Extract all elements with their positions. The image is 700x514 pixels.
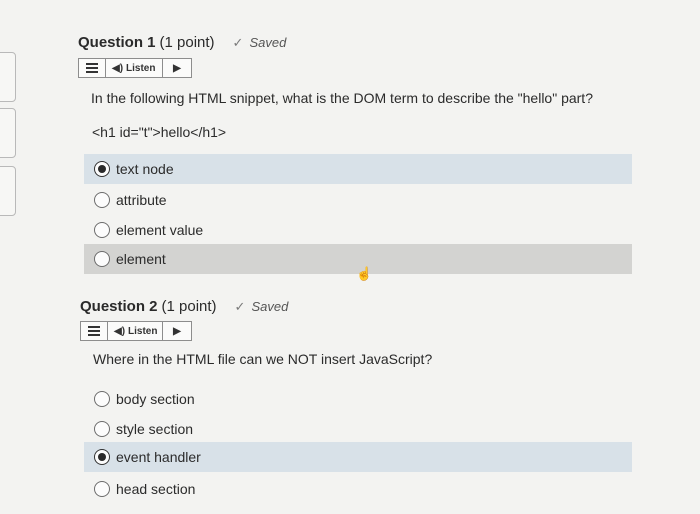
listen-label: Listen (128, 325, 158, 337)
question-2-prompt: Where in the HTML file can we NOT insert… (93, 351, 433, 367)
q1-option-attribute[interactable]: attribute (84, 185, 632, 215)
question-1-listen-bar[interactable]: ◀) Listen ▶ (78, 58, 192, 78)
q1-option-text-node[interactable]: text node (84, 154, 632, 184)
radio-icon[interactable] (94, 421, 110, 437)
menu-icon[interactable] (79, 59, 106, 77)
radio-icon[interactable] (94, 222, 110, 238)
saved-label: Saved (249, 35, 287, 50)
menu-icon[interactable] (81, 322, 108, 340)
check-icon: ✓ (234, 299, 246, 314)
radio-icon[interactable] (94, 251, 110, 267)
radio-icon[interactable] (94, 481, 110, 497)
option-label: element (116, 251, 166, 267)
option-label: attribute (116, 192, 167, 208)
side-tab-3[interactable] (0, 166, 16, 216)
option-label: head section (116, 481, 196, 497)
option-label: style section (116, 421, 194, 437)
question-2-points: (1 point) (161, 298, 217, 315)
option-label: text node (116, 161, 174, 177)
q2-option-style-section[interactable]: style section (84, 414, 632, 444)
q1-option-element-value[interactable]: element value (84, 215, 632, 245)
play-icon[interactable]: ▶ (162, 322, 191, 340)
listen-button[interactable]: ◀) Listen (106, 63, 155, 74)
q2-option-head-section[interactable]: head section (84, 474, 632, 504)
question-1-code-snippet: <h1 id="t">hello</h1> (92, 124, 227, 140)
question-2-title: Question 2 (80, 298, 158, 315)
option-label: element value (116, 222, 204, 238)
question-2-listen-bar[interactable]: ◀) Listen ▶ (80, 321, 192, 341)
radio-icon[interactable] (94, 391, 110, 407)
radio-icon[interactable] (94, 161, 110, 177)
question-2-header: Question 2 (1 point) ✓ Saved (80, 298, 288, 315)
speaker-icon: ◀) (114, 325, 126, 337)
question-1-saved-status: ✓ Saved (233, 35, 287, 51)
question-1-header: Question 1 (1 point) ✓ Saved (78, 34, 286, 51)
q2-option-body-section[interactable]: body section (84, 384, 632, 414)
option-label: body section (116, 391, 195, 407)
question-1-points: (1 point) (159, 34, 215, 51)
side-tab-1[interactable] (0, 52, 16, 102)
play-icon[interactable]: ▶ (162, 59, 191, 77)
side-tab-2[interactable] (0, 108, 16, 158)
option-label: event handler (116, 449, 201, 465)
radio-icon[interactable] (94, 192, 110, 208)
listen-button[interactable]: ◀) Listen (108, 326, 157, 337)
saved-label: Saved (251, 299, 289, 314)
speaker-icon: ◀) (112, 62, 124, 74)
radio-icon[interactable] (94, 449, 110, 465)
q2-option-event-handler[interactable]: event handler (84, 442, 632, 472)
question-1-prompt: In the following HTML snippet, what is t… (91, 90, 593, 106)
hand-cursor-icon: ☝ (356, 266, 373, 281)
question-1-title: Question 1 (78, 34, 156, 51)
listen-label: Listen (126, 62, 156, 74)
check-icon: ✓ (232, 35, 244, 50)
question-2-saved-status: ✓ Saved (235, 299, 289, 315)
